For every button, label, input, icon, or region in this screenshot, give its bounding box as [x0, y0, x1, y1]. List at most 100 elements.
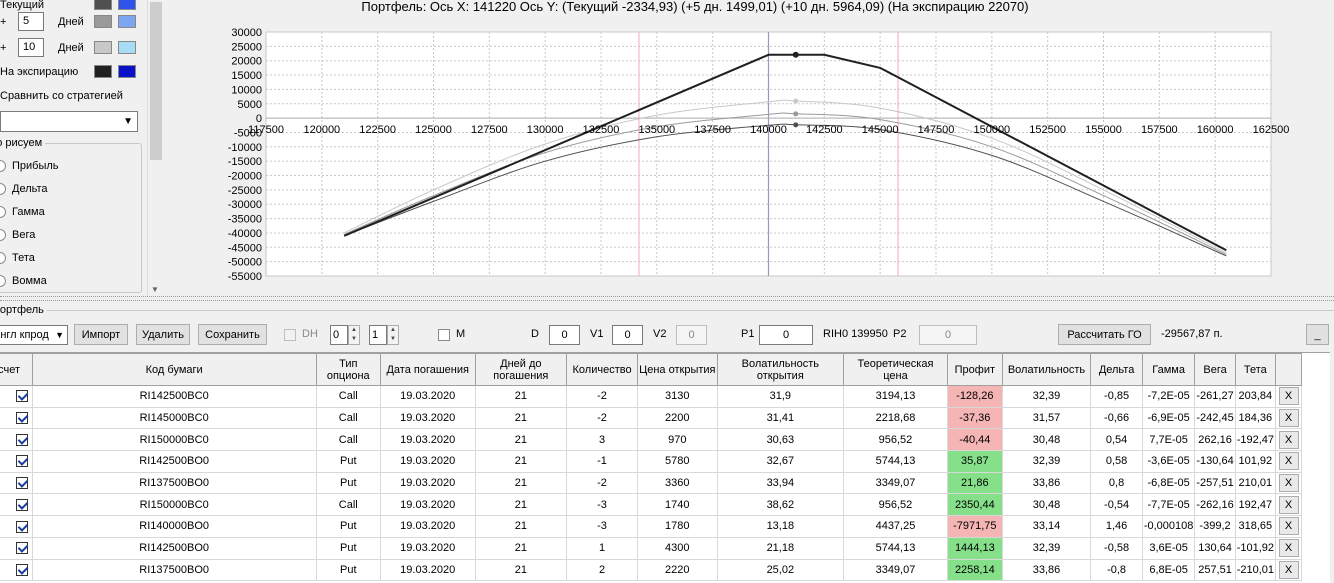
header-col-type[interactable]: Тип опциона — [315, 353, 381, 386]
remove-row-button[interactable]: X — [1278, 560, 1299, 579]
cell-delta[interactable]: -0,85 — [1090, 385, 1143, 408]
settings-scrollbar[interactable]: ▼ — [147, 0, 163, 296]
cell-delta[interactable]: 0,54 — [1090, 428, 1143, 452]
cell-theo[interactable]: 956,52 — [842, 428, 948, 452]
cell-vega[interactable]: -262,16 — [1194, 493, 1236, 517]
cell-open[interactable]: 2200 — [636, 406, 718, 430]
table-row[interactable]: RI140000BO0 Put 19.03.2020 21 -3 1780 13,18 443… — [0, 515, 1302, 538]
cell-vega[interactable]: 130,64 — [1194, 536, 1236, 560]
d-input[interactable]: 0 — [549, 325, 580, 345]
table-row[interactable]: RI142500BC0 Call 19.03.2020 21 -2 3130 31,9 319… — [0, 385, 1302, 408]
cell-theo[interactable]: 956,52 — [842, 493, 948, 517]
cell-vol-open[interactable]: 33,94 — [716, 471, 844, 495]
plus10-color-1[interactable] — [94, 41, 112, 54]
expiry-color-1[interactable] — [94, 65, 112, 78]
radio-vomma[interactable]: Вомма — [0, 273, 47, 289]
plus5-color-1[interactable] — [94, 15, 112, 28]
calc-checkbox[interactable] — [15, 412, 28, 425]
cell-gamma[interactable]: 7,7E-05 — [1141, 428, 1196, 452]
cell-days[interactable]: 21 — [474, 471, 568, 495]
plus10-color-2[interactable] — [118, 41, 136, 54]
cell-code[interactable]: RI140000BO0 — [31, 515, 317, 538]
import-button[interactable]: Импорт — [74, 324, 128, 345]
plus5-days-input[interactable]: 5 — [18, 12, 44, 31]
table-row[interactable]: RI137500BO0 Put 19.03.2020 21 2 2220 25,02 3349… — [0, 558, 1302, 582]
compare-strategy-select[interactable]: ▼ — [0, 111, 138, 132]
calc-checkbox-cell[interactable] — [0, 471, 33, 495]
cell-days[interactable]: 21 — [474, 406, 568, 430]
cell-vol[interactable]: 32,39 — [1001, 385, 1092, 408]
cell-qty[interactable]: 2 — [566, 558, 638, 582]
cell-theo[interactable]: 5744,13 — [842, 536, 948, 560]
radio-vega[interactable]: Вега — [0, 227, 35, 243]
cell-code[interactable]: RI145000BC0 — [31, 406, 317, 430]
dh-checkbox[interactable] — [284, 329, 296, 341]
header-col-vega[interactable]: Вега — [1194, 353, 1236, 386]
cell-qty[interactable]: -2 — [566, 385, 638, 408]
cell-theta[interactable]: -101,92 — [1234, 536, 1277, 560]
spin-arrows-icon[interactable]: ▲ ▼ — [348, 325, 360, 345]
cell-date[interactable]: 19.03.2020 — [379, 450, 476, 473]
calc-checkbox[interactable] — [15, 390, 28, 403]
cell-days[interactable]: 21 — [474, 493, 568, 517]
compare-strategy-checkbox-label[interactable]: Сравнить со стратегией — [0, 86, 123, 106]
cell-theo[interactable]: 5744,13 — [842, 450, 948, 473]
cell-code[interactable]: RI142500BC0 — [31, 385, 317, 408]
cell-type[interactable]: Call — [315, 428, 381, 452]
scroll-down-icon[interactable]: ▼ — [151, 285, 159, 294]
cell-profit[interactable]: 2258,14 — [946, 558, 1003, 582]
cell-qty[interactable]: -3 — [566, 515, 638, 538]
cell-qty[interactable]: -2 — [566, 471, 638, 495]
cell-days[interactable]: 21 — [474, 536, 568, 560]
dh-spin-1[interactable]: 0 — [330, 325, 348, 345]
cell-vol-open[interactable]: 31,9 — [716, 385, 844, 408]
cell-type[interactable]: Put — [315, 515, 381, 538]
cell-open[interactable]: 3130 — [636, 385, 718, 408]
header-col-open-price[interactable]: Цена открытия — [636, 353, 718, 386]
header-col-profit[interactable]: Профит — [946, 353, 1003, 386]
calc-checkbox[interactable] — [15, 498, 28, 511]
cell-gamma[interactable]: -0,000108 — [1141, 515, 1196, 538]
portfolio-select[interactable]: Англ кпрод ▼ — [0, 325, 68, 345]
table-row[interactable]: RI150000BC0 Call 19.03.2020 21 -3 1740 38,62 95… — [0, 493, 1302, 517]
table-row[interactable]: RI150000BC0 Call 19.03.2020 21 3 970 30,63 956,… — [0, 428, 1302, 452]
cell-type[interactable]: Call — [315, 493, 381, 517]
cell-open[interactable]: 1740 — [636, 493, 718, 517]
plus5-color-2[interactable] — [118, 15, 136, 28]
cell-theta[interactable]: 184,36 — [1234, 406, 1277, 430]
remove-row-button[interactable]: X — [1278, 539, 1299, 558]
scrollbar-thumb[interactable] — [150, 2, 162, 160]
calc-checkbox-cell[interactable] — [0, 406, 33, 430]
table-row[interactable]: RI145000BC0 Call 19.03.2020 21 -2 2200 31,41 22… — [0, 406, 1302, 430]
cell-theta[interactable]: 101,92 — [1234, 450, 1277, 473]
cell-delta[interactable]: 0,58 — [1090, 450, 1143, 473]
cell-type[interactable]: Put — [315, 536, 381, 560]
cell-theta[interactable]: 210,01 — [1234, 471, 1277, 495]
cell-profit[interactable]: -40,44 — [946, 428, 1003, 452]
cell-date[interactable]: 19.03.2020 — [379, 406, 476, 430]
cell-vol[interactable]: 30,48 — [1001, 493, 1092, 517]
cell-vol[interactable]: 32,39 — [1001, 536, 1092, 560]
cell-open[interactable]: 4300 — [636, 536, 718, 560]
cell-qty[interactable]: -3 — [566, 493, 638, 517]
header-col-code[interactable]: Код бумаги — [31, 353, 317, 386]
cell-open[interactable]: 2220 — [636, 558, 718, 582]
calc-checkbox-cell[interactable] — [0, 428, 33, 452]
cell-date[interactable]: 19.03.2020 — [379, 558, 476, 582]
cell-open[interactable]: 970 — [636, 428, 718, 452]
current-color-2[interactable] — [118, 0, 136, 10]
cell-delta[interactable]: -0,66 — [1090, 406, 1143, 430]
cell-type[interactable]: Call — [315, 385, 381, 408]
cell-days[interactable]: 21 — [474, 515, 568, 538]
header-col-theta[interactable]: Тета — [1234, 353, 1277, 386]
cell-delta[interactable]: -0,54 — [1090, 493, 1143, 517]
cell-delta[interactable]: 1,46 — [1090, 515, 1143, 538]
cell-vol-open[interactable]: 32,67 — [716, 450, 844, 473]
calculate-margin-button[interactable]: Рассчитать ГО — [1058, 324, 1151, 345]
cell-vol-open[interactable]: 21,18 — [716, 536, 844, 560]
cell-vol-open[interactable]: 13,18 — [716, 515, 844, 538]
cell-date[interactable]: 19.03.2020 — [379, 385, 476, 408]
cell-delta[interactable]: 0,8 — [1090, 471, 1143, 495]
cell-gamma[interactable]: -3,6E-05 — [1141, 450, 1196, 473]
v2-input[interactable]: 0 — [676, 325, 707, 345]
